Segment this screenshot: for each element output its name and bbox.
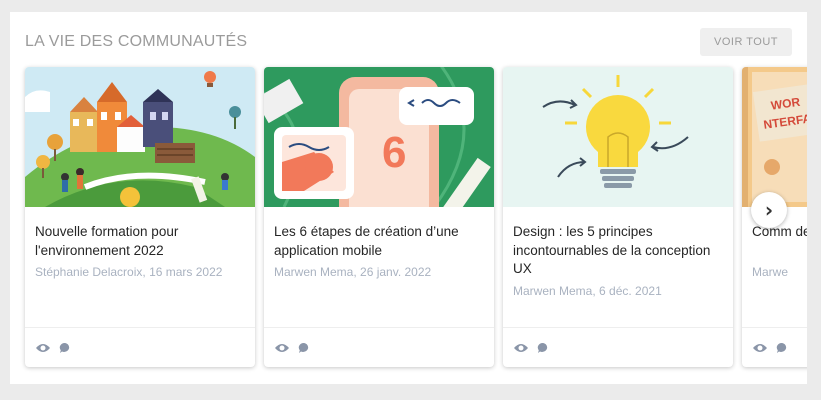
view-all-button[interactable]: VOIR TOUT — [700, 28, 792, 56]
communities-panel: LA VIE DES COMMUNAUTÉS VOIR TOUT Nouvell… — [10, 12, 807, 384]
eye-icon[interactable] — [513, 342, 529, 354]
article-title[interactable]: Design : les 5 principes incontournables… — [513, 223, 723, 279]
article-title-text: Comm de sor — [752, 224, 807, 239]
article-thumbnail[interactable]: WOR NTERFAC — [742, 67, 807, 207]
article-title[interactable]: Les 6 étapes de création d’une applicati… — [274, 223, 484, 260]
card-footer — [503, 327, 733, 367]
article-card[interactable]: Design : les 5 principes incontournables… — [503, 67, 733, 367]
article-meta: Marwe — [752, 265, 789, 279]
article-thumbnail[interactable] — [25, 67, 255, 207]
svg-text:6: 6 — [382, 128, 406, 177]
section-title: LA VIE DES COMMUNAUTÉS — [25, 33, 248, 50]
article-thumbnail[interactable]: 6 — [264, 67, 494, 207]
article-thumbnail[interactable] — [503, 67, 733, 207]
comment-icon[interactable] — [776, 342, 788, 354]
article-meta: Stéphanie Delacroix, 16 mars 2022 — [35, 265, 223, 279]
article-meta: Marwen Mema, 6 déc. 2021 — [513, 284, 662, 298]
comment-icon[interactable] — [537, 342, 549, 354]
chevron-right-icon: › — [764, 198, 774, 222]
article-card[interactable]: 6 Les 6 étapes de création d’une applica… — [264, 67, 494, 367]
comment-icon[interactable] — [298, 342, 310, 354]
card-footer — [264, 327, 494, 367]
comment-icon[interactable] — [59, 342, 71, 354]
eye-icon[interactable] — [35, 342, 51, 354]
article-card[interactable]: Nouvelle formation pour l'environnement … — [25, 67, 255, 367]
eye-icon[interactable] — [752, 342, 768, 354]
article-meta: Marwen Mema, 26 janv. 2022 — [274, 265, 432, 279]
article-title[interactable]: Nouvelle formation pour l'environnement … — [35, 223, 245, 260]
carousel-next-button[interactable]: › — [751, 192, 787, 228]
eye-icon[interactable] — [274, 342, 290, 354]
card-footer — [742, 327, 807, 367]
card-footer — [25, 327, 255, 367]
